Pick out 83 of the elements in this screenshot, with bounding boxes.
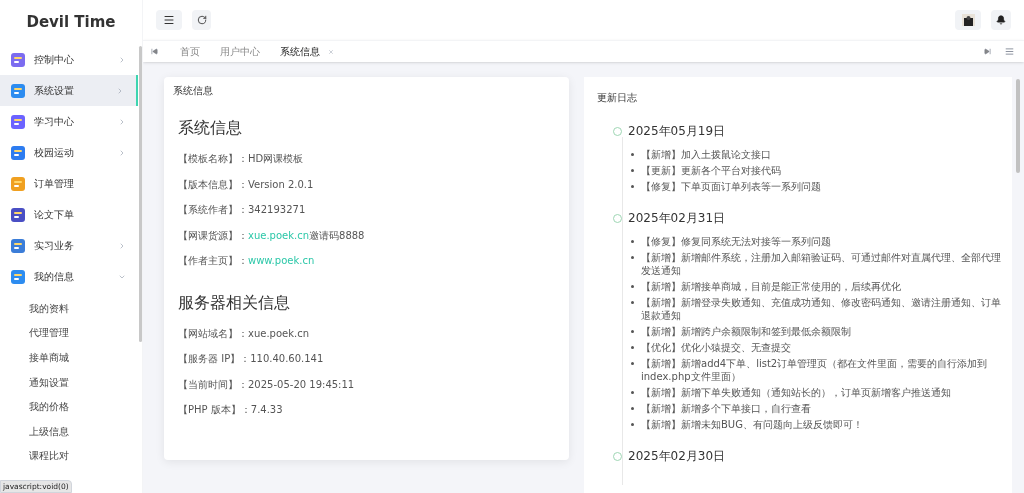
- logo-text: Devil Time: [26, 11, 116, 33]
- bullet-icon: [631, 285, 634, 288]
- changelog-item: 【新增】新增多个下单接口，自行查看: [641, 401, 811, 415]
- submenu-item[interactable]: 课程比对: [0, 443, 138, 469]
- refresh-icon: [196, 15, 207, 25]
- info-value: 110.40.60.141: [250, 352, 324, 367]
- bullet-icon: [631, 301, 634, 304]
- scroll-left-icon[interactable]: [151, 48, 158, 55]
- info-label: 【当前时间】：: [178, 377, 248, 392]
- bullet-icon: [631, 169, 634, 172]
- changelog-item: 【新增】新增登录失败通知、充值成功通知、修改密码通知、邀请注册通知、订单退款通知: [641, 295, 1002, 322]
- info-label: 【版本信息】：: [178, 177, 248, 192]
- menu-icon: [10, 268, 26, 285]
- menu-icon: [163, 14, 175, 26]
- notification-button[interactable]: [991, 10, 1011, 30]
- changelog-item: 【新增】新增下单失败通知（通知站长的），订单页新增客户推送通知: [641, 385, 951, 399]
- changelog-item: 【新增】加入土拨鼠论文接口: [641, 147, 771, 161]
- info-label: 【服务器 IP】：: [178, 352, 251, 367]
- tab[interactable]: 用户中心: [210, 41, 270, 62]
- menu-icon: [10, 144, 26, 161]
- menu-icon: [10, 175, 26, 192]
- bullet-icon: [631, 185, 634, 188]
- tab[interactable]: 系统信息: [270, 41, 344, 62]
- submenu-item[interactable]: 上级信息: [0, 418, 138, 444]
- changelog-item: 【更新】更新各个平台对接代码: [641, 163, 781, 177]
- changelog-item: 【修复】下单页面订单列表等一系列问题: [641, 179, 821, 193]
- menu-icon: [10, 82, 26, 99]
- info-label: 【网课货源】：: [178, 228, 248, 243]
- menu-icon: [10, 51, 26, 68]
- bullet-icon: [631, 407, 634, 410]
- info-value: 2025-05-20 19:45:11: [248, 377, 355, 392]
- info-value: xue.poek.cn: [248, 326, 309, 341]
- changelog-item: 【优化】优化小猿提交、无查提交: [641, 340, 791, 354]
- info-value: 342193271: [248, 203, 306, 218]
- bullet-icon: [631, 330, 634, 333]
- info-value: 邀请码8888: [309, 228, 365, 243]
- bullet-icon: [631, 153, 634, 156]
- submenu-item[interactable]: 接单商城: [0, 345, 138, 370]
- changelog-item: 【新增】新增邮件系统，注册加入邮箱验证码、可通过邮件对直属代理、全部代理发送通知: [641, 250, 1002, 277]
- scroll-right-icon[interactable]: [984, 48, 991, 55]
- info-label: 【系统作者】：: [178, 203, 248, 218]
- card-title: 系统信息: [173, 83, 213, 98]
- info-label: 【网站域名】：: [178, 326, 248, 341]
- bell-icon: [996, 15, 1006, 25]
- submenu-item[interactable]: 代理管理: [0, 320, 138, 346]
- info-label: 【PHP 版本】：: [178, 403, 251, 418]
- menu-icon: [10, 206, 26, 223]
- bullet-icon: [631, 240, 634, 243]
- submenu-item[interactable]: 通知设置: [0, 369, 138, 395]
- info-label: 【作者主页】：: [178, 254, 248, 269]
- submenu-item[interactable]: 我的资料: [0, 296, 138, 321]
- scrollbar[interactable]: [139, 46, 142, 342]
- changelog-item: 【新增】新增跨户余额限制和签到最低余额限制: [641, 324, 851, 338]
- menu-icon: [10, 237, 26, 254]
- section-heading: 服务器相关信息: [178, 291, 290, 314]
- changelog-item: 【新增】新增add4下单、list2订单管理页（都在文件里面，需要的自行添加到index.php文件里面）: [641, 356, 989, 383]
- info-value: 7.4.33: [250, 403, 283, 418]
- menu-icon: [10, 113, 26, 130]
- section-heading: 系统信息: [178, 117, 242, 139]
- tab-menu-icon[interactable]: [1005, 47, 1014, 56]
- bullet-icon: [631, 256, 634, 259]
- changelog-item: 【新增】新增接单商城，目前是能正常使用的，后续再优化: [641, 279, 901, 293]
- bullet-icon: [631, 346, 634, 349]
- info-label: 【模板名称】：: [178, 152, 248, 167]
- bullet-icon: [631, 362, 634, 365]
- scrollbar[interactable]: [1016, 79, 1020, 173]
- info-value: HD网课模板: [248, 152, 304, 167]
- avatar-button[interactable]: [955, 10, 981, 30]
- changelog-item: 【新增】新增未知BUG、有问题向上级反馈即可！: [641, 417, 863, 431]
- changelog-item: 【修复】修复同系统无法对接等一系列问题: [641, 234, 831, 248]
- submenu-item[interactable]: 我的价格: [0, 394, 138, 419]
- sidebar-item[interactable]: 系统设置: [0, 75, 138, 106]
- info-value: Version 2.0.1: [248, 177, 314, 192]
- date-heading: 2025年05月19日: [628, 123, 726, 140]
- refresh-button[interactable]: [192, 10, 211, 30]
- tab[interactable]: 首页: [170, 41, 210, 62]
- menu-button[interactable]: [156, 10, 182, 30]
- avatar-icon: [961, 14, 975, 26]
- date-heading: 2025年02月31日: [628, 210, 726, 227]
- bullet-icon: [631, 423, 634, 426]
- date-heading: 2025年02月30日: [628, 448, 726, 465]
- card-title: 更新日志: [597, 90, 637, 105]
- bullet-icon: [631, 391, 634, 394]
